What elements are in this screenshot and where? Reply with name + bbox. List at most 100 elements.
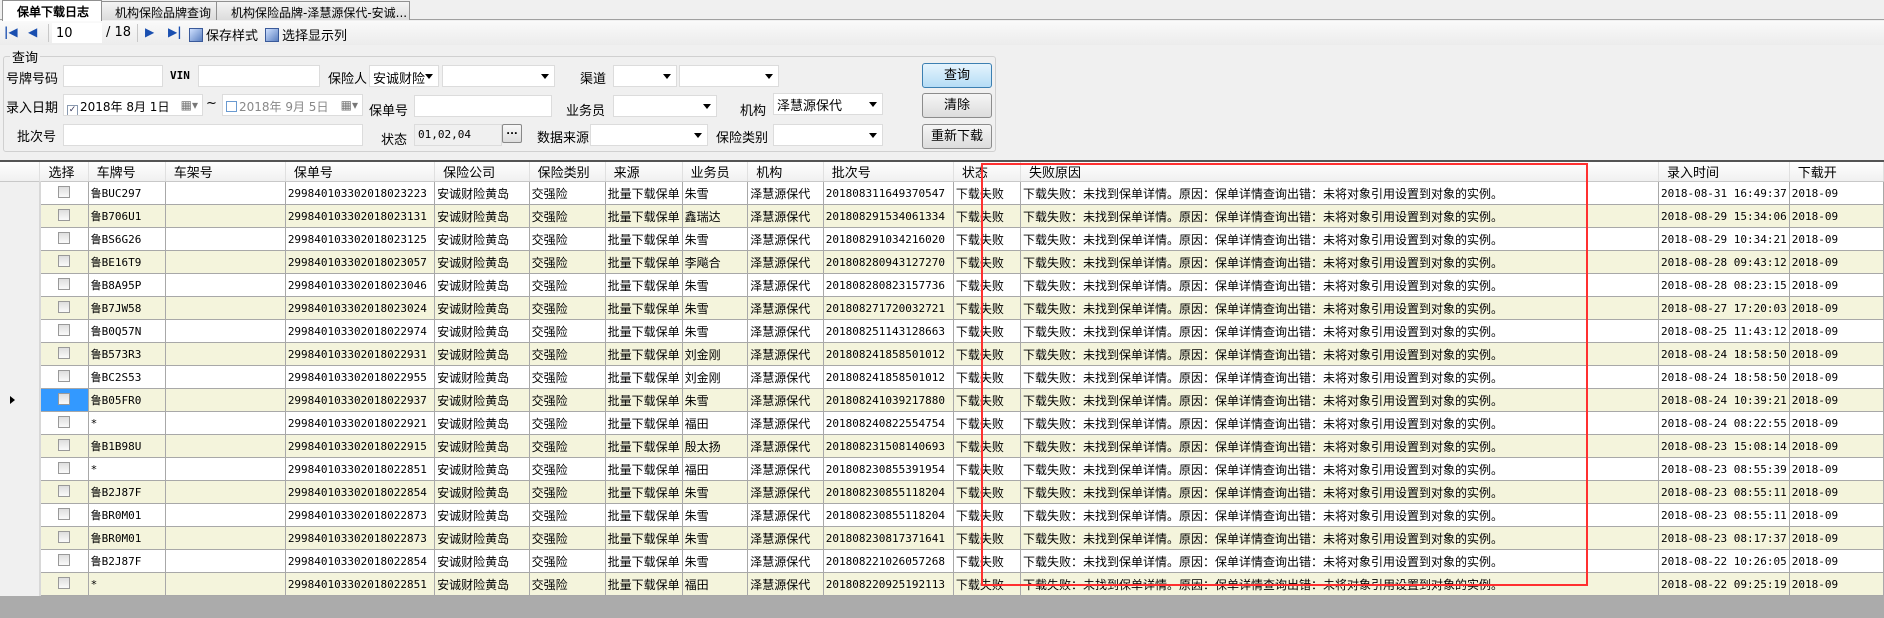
row-header[interactable] [0,480,41,504]
cell-category[interactable]: 交强险 [528,296,606,320]
cell-status[interactable]: 下载失败 [952,227,1021,251]
cell-plate[interactable]: * [87,572,166,596]
column-header-category[interactable]: 保险类别 [529,162,606,182]
cell-download-start[interactable]: 2018-09 [1788,204,1884,228]
cell-insurer[interactable]: 安诚财险黄岛 [434,526,530,550]
cell-vin[interactable] [164,526,286,550]
first-page-button[interactable]: |◀ [4,25,18,39]
select-columns-button[interactable]: 选择显示列 [265,25,347,44]
cell-org[interactable]: 泽慧源保代 [747,319,824,343]
cell-category[interactable]: 交强险 [528,181,606,205]
cell-download-start[interactable]: 2018-09 [1788,411,1884,435]
cell-plate[interactable]: 鲁B706U1 [87,204,166,228]
cell-status[interactable]: 下载失败 [952,572,1021,596]
cell-status[interactable]: 下载失败 [952,434,1021,458]
cell-category[interactable]: 交强险 [528,388,606,412]
cell-source[interactable]: 批量下载保单 [604,572,683,596]
cell-source[interactable]: 批量下载保单 [604,250,683,274]
column-header-salesman[interactable]: 业务员 [682,162,749,182]
cell-fail-reason[interactable]: 下载失败：未找到保单详情。原因：保单详情查询出错：未将对象引用设置到对象的实例。 [1019,434,1659,458]
tab-org-brand-query[interactable]: 机构保险品牌查询 [100,1,221,20]
table-row[interactable]: 鲁B7JW58 299840103302018023024 安诚财险黄岛 交强险 批量下… [0,296,1884,320]
cell-source[interactable]: 批量下载保单 [604,365,683,389]
cell-source[interactable]: 批量下载保单 [604,342,683,366]
column-header-policy-no[interactable]: 保单号 [285,162,436,182]
cell-entry-time[interactable]: 2018-08-24 08:22:55 [1657,411,1790,435]
cell-batch-no[interactable]: 201808230855118204 [822,480,954,504]
cell-entry-time[interactable]: 2018-08-23 08:17:37 [1657,526,1790,550]
channel-sub-select[interactable] [679,65,779,87]
cell-batch-no[interactable]: 201808311649370547 [822,181,954,205]
cell-salesman[interactable]: 福田 [681,572,749,596]
cell-plate[interactable]: 鲁BR0M01 [87,503,166,527]
cell-policy-no[interactable]: 299840103302018023125 [284,227,436,251]
tab-policy-download-log[interactable]: 保单下载日志 [2,0,102,21]
cell-insurer[interactable]: 安诚财险黄岛 [434,388,530,412]
column-header-insurer[interactable]: 保险公司 [434,162,530,182]
cell-policy-no[interactable]: 299840103302018022873 [284,526,436,550]
cell-policy-no[interactable]: 299840103302018022937 [284,388,436,412]
cell-org[interactable]: 泽慧源保代 [747,250,824,274]
row-header[interactable] [0,296,41,320]
row-header[interactable] [0,572,41,596]
cell-batch-no[interactable]: 201808221026057268 [822,549,954,573]
cell-entry-time[interactable]: 2018-08-31 16:49:37 [1657,181,1790,205]
cell-salesman[interactable]: 福田 [681,457,749,481]
cell-batch-no[interactable]: 201808271720032721 [822,296,954,320]
last-page-button[interactable]: ▶| [168,25,182,39]
cell-vin[interactable] [164,434,286,458]
cell-entry-time[interactable]: 2018-08-23 08:55:11 [1657,480,1790,504]
cell-policy-no[interactable]: 299840103302018022854 [284,549,436,573]
row-checkbox[interactable] [58,323,71,336]
cell-salesman[interactable]: 朱雪 [681,273,749,297]
cell-source[interactable]: 批量下载保单 [604,480,683,504]
column-header-fail-reason[interactable]: 失败原因 [1020,162,1659,182]
cell-plate[interactable]: * [87,457,166,481]
cell-insurer[interactable]: 安诚财险黄岛 [434,342,530,366]
cell-select[interactable] [39,549,89,573]
cell-category[interactable]: 交强险 [528,342,606,366]
column-header-status[interactable]: 状态 [953,162,1021,182]
row-header[interactable] [0,181,41,205]
cell-org[interactable]: 泽慧源保代 [747,342,824,366]
cell-download-start[interactable]: 2018-09 [1788,480,1884,504]
cell-salesman[interactable]: 朱雪 [681,549,749,573]
cell-category[interactable]: 交强险 [528,319,606,343]
cell-download-start[interactable]: 2018-09 [1788,181,1884,205]
cell-download-start[interactable]: 2018-09 [1788,319,1884,343]
cell-download-start[interactable]: 2018-09 [1788,365,1884,389]
cell-category[interactable]: 交强险 [528,365,606,389]
cell-org[interactable]: 泽慧源保代 [747,204,824,228]
cell-source[interactable]: 批量下载保单 [604,296,683,320]
table-row[interactable]: 鲁B706U1 299840103302018023131 安诚财险黄岛 交强险 批量下… [0,204,1884,228]
cell-status[interactable]: 下载失败 [952,250,1021,274]
cell-insurer[interactable]: 安诚财险黄岛 [434,572,530,596]
date-to-checkbox[interactable] [226,101,237,112]
cell-status[interactable]: 下载失败 [952,296,1021,320]
row-checkbox[interactable] [58,392,71,405]
policy-input[interactable] [414,95,552,117]
cell-entry-time[interactable]: 2018-08-28 09:43:12 [1657,250,1790,274]
cell-salesman[interactable]: 朱雪 [681,181,749,205]
table-row[interactable]: 鲁BS6G26 299840103302018023125 安诚财险黄岛 交强险 批量下… [0,227,1884,251]
cell-fail-reason[interactable]: 下载失败：未找到保单详情。原因：保单详情查询出错：未将对象引用设置到对象的实例。 [1019,503,1659,527]
cell-select[interactable] [39,204,89,228]
cell-status[interactable]: 下载失败 [952,273,1021,297]
cell-vin[interactable] [164,480,286,504]
cell-category[interactable]: 交强险 [528,204,606,228]
cell-plate[interactable]: 鲁B8A95P [87,273,166,297]
cell-vin[interactable] [164,342,286,366]
row-checkbox[interactable] [58,530,71,543]
cell-entry-time[interactable]: 2018-08-22 09:25:19 [1657,572,1790,596]
cell-org[interactable]: 泽慧源保代 [747,181,824,205]
cell-select[interactable] [39,181,89,205]
cell-plate[interactable]: 鲁B05FR0 [87,388,166,412]
cell-select[interactable] [39,388,89,412]
cell-salesman[interactable]: 朱雪 [681,526,749,550]
calendar-icon[interactable]: ▦▾ [341,98,358,112]
cell-entry-time[interactable]: 2018-08-24 10:39:21 [1657,388,1790,412]
cell-source[interactable]: 批量下载保单 [604,503,683,527]
cell-fail-reason[interactable]: 下载失败：未找到保单详情。原因：保单详情查询出错：未将对象引用设置到对象的实例。 [1019,204,1659,228]
column-header-source[interactable]: 来源 [605,162,683,182]
insurer-select[interactable]: 安诚财险 [369,65,439,87]
